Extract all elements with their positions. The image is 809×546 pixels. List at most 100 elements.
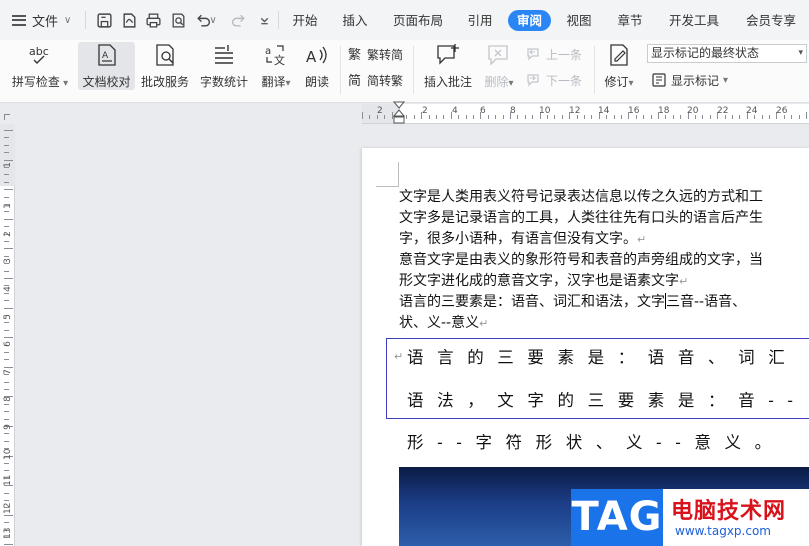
ruler-tick xyxy=(4,226,9,228)
spell-check-button[interactable]: abc 拼写检查 ▾ xyxy=(8,42,72,90)
ruler-tick xyxy=(4,389,9,390)
svg-text:A: A xyxy=(102,51,109,61)
hamburger-icon xyxy=(12,14,26,26)
undo-dropdown-icon[interactable]: ∨ xyxy=(208,10,218,30)
ruler-tick xyxy=(4,137,9,139)
ruler-tick xyxy=(517,115,519,119)
ruler-tick xyxy=(465,115,467,119)
correction-service-icon xyxy=(156,44,174,66)
spell-check-icon: abc xyxy=(29,45,49,64)
text-line: 字，很多小语种，有语言但没有文字。↵ xyxy=(399,231,647,247)
ruler-tick xyxy=(798,115,800,119)
traditional-to-simplified-button[interactable]: 繁 繁转简 xyxy=(347,44,403,64)
ruler-number: 14 xyxy=(598,106,610,116)
watermark-tag: TAG xyxy=(571,489,663,546)
word-count-button[interactable]: 字数统计 xyxy=(197,42,251,90)
read-aloud-label: 朗读 xyxy=(304,75,329,89)
translate-button[interactable]: a 文 翻译▾ xyxy=(256,42,296,90)
redo-icon[interactable] xyxy=(228,10,248,30)
tab-chapter[interactable]: 章节 xyxy=(613,10,647,31)
indent-marker-icon[interactable] xyxy=(393,101,405,125)
ruler-number: 3 xyxy=(3,258,13,264)
ruler-tick xyxy=(732,115,733,119)
show-markup-button[interactable]: 显示标记 ▾ xyxy=(651,70,728,90)
tab-home[interactable]: 开始 xyxy=(288,10,322,31)
read-aloud-button[interactable]: A 朗读 xyxy=(300,42,334,90)
ruler-tick xyxy=(473,115,474,119)
svg-text:文: 文 xyxy=(274,53,285,67)
next-comment-icon xyxy=(527,74,539,87)
tab-developer[interactable]: 开发工具 xyxy=(665,10,723,31)
print-icon[interactable] xyxy=(143,10,163,30)
tab-references[interactable]: 引用 xyxy=(463,10,497,31)
ruler-tick xyxy=(369,115,371,119)
next-comment-button[interactable]: 下一条 xyxy=(526,70,582,90)
ruler-tick xyxy=(739,115,741,119)
tab-review[interactable]: 审阅 xyxy=(508,10,551,31)
previous-comment-button[interactable]: 上一条 xyxy=(526,44,582,64)
document-proofread-label: 文档校对 xyxy=(82,75,131,89)
ruler-number: 1 xyxy=(3,203,13,209)
ruler-number: 10 xyxy=(539,106,551,116)
ruler-number: 2 xyxy=(422,106,428,116)
ruler-tick xyxy=(584,115,585,119)
insert-comment-button[interactable]: 插入批注 xyxy=(420,42,476,90)
ruler-tick xyxy=(495,115,497,119)
simplified-to-traditional-label: 简转繁 xyxy=(367,73,404,88)
ruler-tick xyxy=(502,115,504,119)
simplified-chinese-icon: 简 xyxy=(348,73,361,88)
ruler-tick xyxy=(413,115,415,119)
watermark-url: www.tagxp.com xyxy=(675,524,771,538)
ruler-number: 2 xyxy=(377,106,383,116)
delete-comment-label: 删除 xyxy=(484,75,509,89)
document-proofread-button[interactable]: A 文档校对 xyxy=(78,42,135,90)
crop-mark xyxy=(376,186,399,187)
horizontal-ruler[interactable]: 2 2 4 6 8 10 12 14 16 18 20 22 24 26 xyxy=(362,104,809,124)
correction-service-button[interactable]: 批改服务 xyxy=(139,42,191,90)
ruler-number: 7 xyxy=(3,369,13,375)
customize-icon[interactable] xyxy=(254,10,274,30)
ruler-tick xyxy=(4,544,13,546)
vertical-ruler[interactable]: 1 1 2 3 4 5 6 7 8 9 10 11 12 13 xyxy=(0,124,15,546)
ruler-tick xyxy=(709,115,711,119)
track-changes-button[interactable]: 修订▾ xyxy=(600,42,638,90)
markup-mode-value: 显示标记的最终状态 xyxy=(651,46,760,60)
word-count-icon xyxy=(215,45,233,64)
ruler-tick xyxy=(791,115,793,119)
watermark-logo: TAG 电脑技术网 www.tagxp.com xyxy=(571,489,809,546)
delete-comment-button[interactable]: 删除▾ xyxy=(480,42,518,90)
traditional-chinese-icon: 繁 xyxy=(348,47,361,62)
ruler-tick xyxy=(4,278,13,279)
simplified-to-traditional-button[interactable]: 简 简转繁 xyxy=(347,70,403,90)
file-menu[interactable]: 文件 ∨ xyxy=(12,9,71,31)
tab-stop-selector[interactable] xyxy=(4,114,10,120)
tab-insert[interactable]: 插入 xyxy=(338,10,372,31)
markup-mode-select[interactable]: 显示标记的最终状态 ▾ xyxy=(647,44,807,63)
translate-icon: a 文 xyxy=(265,45,285,67)
next-comment-label: 下一条 xyxy=(546,73,583,88)
ruler-tick xyxy=(806,112,807,119)
tab-page-layout[interactable]: 页面布局 xyxy=(389,10,447,31)
text-line: 语言的三要素是：语音、词汇和语法，文字三音--语音、 xyxy=(399,293,747,310)
text-line: 文字是人类用表义符号记录表达信息以传之久远的方式和工 xyxy=(399,189,763,205)
ruler-number: 20 xyxy=(687,106,699,116)
spaced-text-line: 形--字符形状、义--意义。 xyxy=(407,433,785,452)
ruler-tick xyxy=(4,492,9,494)
ruler-tick xyxy=(4,463,9,464)
svg-text:简: 简 xyxy=(348,73,361,88)
ruler-number: 13 xyxy=(3,527,13,539)
ruler-tick xyxy=(613,115,615,119)
ruler-tick xyxy=(4,241,9,242)
tab-view[interactable]: 视图 xyxy=(562,10,596,31)
save-icon[interactable] xyxy=(94,10,114,30)
ruler-tick xyxy=(4,181,9,183)
translate-label: 翻译 xyxy=(261,75,286,89)
show-markup-label: 显示标记 xyxy=(671,73,720,88)
ruler-tick xyxy=(524,115,526,119)
document-body[interactable]: 文字是人类用表义符号记录表达信息以传之久远的方式和工 文字多是记录语言的工具，人… xyxy=(399,187,809,334)
export-pdf-icon[interactable] xyxy=(119,10,139,30)
delete-comment-icon xyxy=(488,45,508,66)
tab-member[interactable]: 会员专享 xyxy=(742,10,800,31)
print-preview-icon[interactable] xyxy=(168,10,188,30)
ruler-number: 12 xyxy=(569,106,581,116)
